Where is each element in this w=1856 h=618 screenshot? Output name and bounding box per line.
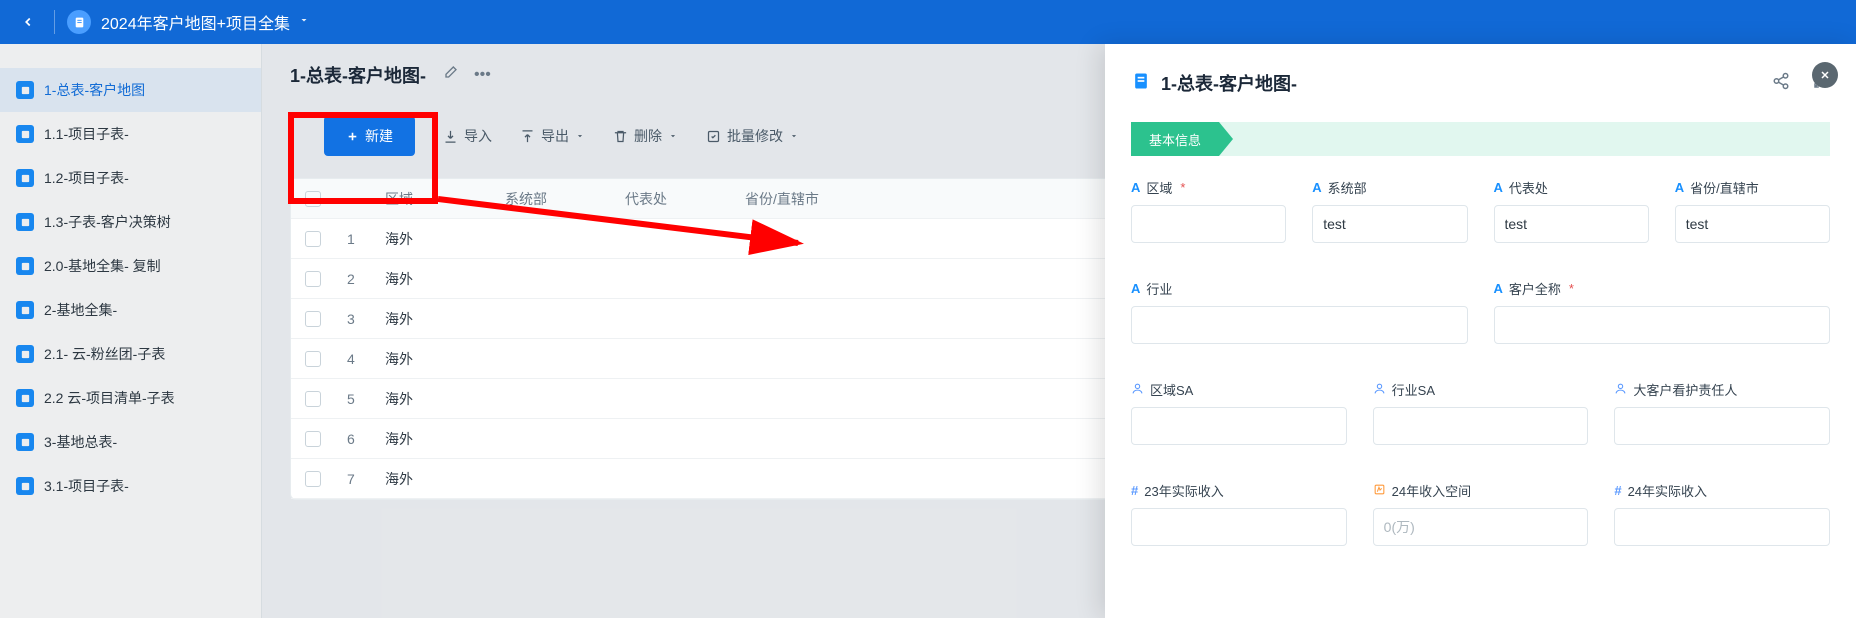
field-space24[interactable] [1373,508,1589,546]
col-province[interactable]: 省份/直辖市 [745,189,855,209]
text-type-icon: A [1312,180,1321,195]
sheet-icon [16,301,34,319]
row-checkbox[interactable] [305,431,321,447]
more-button[interactable]: ••• [474,66,491,84]
field-rep[interactable] [1494,205,1649,243]
sidebar-item-label: 1.2-项目子表- [44,168,129,188]
select-all-checkbox[interactable] [305,191,321,207]
person-type-icon [1373,382,1386,398]
edit-title-button[interactable] [442,65,458,86]
share-button[interactable] [1772,72,1790,95]
row-checkbox[interactable] [305,471,321,487]
row-checkbox[interactable] [305,231,321,247]
person-type-icon [1614,382,1627,398]
sheet-icon [16,213,34,231]
sidebar-item-6[interactable]: 2.1- 云-粉丝团-子表 [0,332,261,376]
doc-icon [1131,71,1151,96]
sheet-icon [16,169,34,187]
row-checkbox[interactable] [305,271,321,287]
sheet-icon [16,345,34,363]
export-button[interactable]: 导出 [520,126,585,146]
text-type-icon: A [1131,281,1140,296]
sidebar-item-label: 3-基地总表- [44,432,117,452]
sidebar-item-label: 2-基地全集- [44,300,117,320]
row-checkbox[interactable] [305,391,321,407]
field-customer[interactable] [1494,306,1831,344]
sidebar-item-5[interactable]: 2-基地全集- [0,288,261,332]
field-region-sa[interactable] [1131,407,1347,445]
row-checkbox[interactable] [305,311,321,327]
close-button[interactable] [1812,62,1838,88]
batch-edit-button[interactable]: 批量修改 [706,126,799,146]
sidebar-item-label: 2.2 云-项目清单-子表 [44,388,175,408]
workspace-title: 2024年客户地图+项目全集 [101,10,290,34]
field-key-owner[interactable] [1614,407,1830,445]
sidebar-item-label: 1-总表-客户地图 [44,80,145,100]
delete-button[interactable]: 删除 [613,126,678,146]
sidebar-item-label: 2.1- 云-粉丝团-子表 [44,344,165,364]
col-sysdept[interactable]: 系统部 [505,189,625,209]
sidebar-item-0[interactable]: 1-总表-客户地图 [0,68,261,112]
page-title: 1-总表-客户地图- [290,62,426,88]
sidebar-item-8[interactable]: 3-基地总表- [0,420,261,464]
number-type-icon: # [1131,483,1138,498]
sidebar-item-label: 2.0-基地全集- 复制 [44,256,161,276]
col-rep[interactable]: 代表处 [625,189,745,209]
divider [54,10,55,34]
text-type-icon: A [1494,180,1503,195]
sheet-icon [16,125,34,143]
record-drawer: 1-总表-客户地图- 基本信息 A区域* A系统部 A代表处 A省份/直辖市 A… [1105,44,1856,618]
person-type-icon [1131,382,1144,398]
sheet-icon [16,257,34,275]
sheet-icon [16,389,34,407]
sidebar-item-9[interactable]: 3.1-项目子表- [0,464,261,508]
sidebar-item-1[interactable]: 1.1-项目子表- [0,112,261,156]
sidebar-item-7[interactable]: 2.2 云-项目清单-子表 [0,376,261,420]
workspace-switcher[interactable]: 2024年客户地图+项目全集 [67,10,310,34]
text-type-icon: A [1494,281,1503,296]
field-industry[interactable] [1131,306,1468,344]
sidebar-item-2[interactable]: 1.2-项目子表- [0,156,261,200]
row-checkbox[interactable] [305,351,321,367]
field-sysdept[interactable] [1312,205,1467,243]
field-industry-sa[interactable] [1373,407,1589,445]
text-type-icon: A [1675,180,1684,195]
sidebar-item-3[interactable]: 1.3-子表-客户决策树 [0,200,261,244]
sheet-icon [16,81,34,99]
field-province[interactable] [1675,205,1830,243]
sidebar-item-label: 3.1-项目子表- [44,476,129,496]
drawer-title-text: 1-总表-客户地图- [1161,70,1297,96]
col-region[interactable]: 区域 [385,189,505,209]
new-button[interactable]: 新建 [324,116,415,156]
back-button[interactable] [14,8,42,36]
number-type-icon: # [1614,483,1621,498]
text-type-icon: A [1131,180,1140,195]
field-rev23[interactable] [1131,508,1347,546]
field-region[interactable] [1131,205,1286,243]
sheet-icon [16,433,34,451]
field-rev24[interactable] [1614,508,1830,546]
workspace-icon [67,10,91,34]
sidebar-item-4[interactable]: 2.0-基地全集- 复制 [0,244,261,288]
formula-type-icon [1373,483,1386,499]
sheet-icon [16,477,34,495]
new-button-label: 新建 [365,126,393,146]
sidebar-item-label: 1.1-项目子表- [44,124,129,144]
sidebar-item-label: 1.3-子表-客户决策树 [44,212,171,232]
section-tab-basic[interactable]: 基本信息 [1131,122,1219,156]
import-button[interactable]: 导入 [443,126,492,146]
sidebar: 1-总表-客户地图 1.1-项目子表- 1.2-项目子表- 1.3-子表-客户决… [0,44,262,618]
section-tabs: 基本信息 [1131,122,1830,156]
chevron-down-icon [298,13,310,31]
